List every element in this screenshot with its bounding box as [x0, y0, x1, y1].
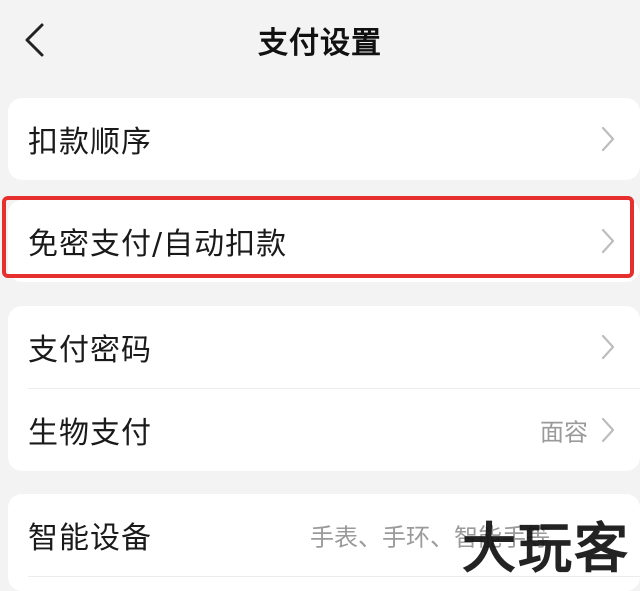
chevron-right-icon — [601, 228, 615, 254]
row-label: 扣款顺序 — [28, 125, 152, 160]
row-biometric-payment[interactable]: 生物支付 面容 — [8, 389, 640, 471]
watermark: 大玩客 — [462, 517, 630, 580]
row-label: 免密支付/自动扣款 — [28, 227, 288, 262]
page-title: 支付设置 — [258, 26, 382, 61]
row-label: 生物支付 — [28, 416, 152, 451]
row-password-free-payment[interactable]: 免密支付/自动扣款 — [8, 200, 640, 282]
card-password-free: 免密支付/自动扣款 — [8, 200, 640, 282]
card-deduction-order: 扣款顺序 — [8, 98, 640, 180]
row-label: 智能设备 — [28, 521, 152, 556]
chevron-right-icon — [601, 126, 615, 152]
card-security: 支付密码 生物支付 面容 — [8, 306, 640, 471]
row-payment-password[interactable]: 支付密码 — [8, 306, 640, 388]
row-deduction-order[interactable]: 扣款顺序 — [8, 98, 640, 180]
chevron-right-icon — [601, 417, 615, 443]
top-nav-bar: 支付设置 — [0, 0, 640, 82]
row-value: 面容 — [540, 418, 588, 447]
chevron-right-icon — [601, 334, 615, 360]
row-label: 支付密码 — [28, 333, 152, 368]
